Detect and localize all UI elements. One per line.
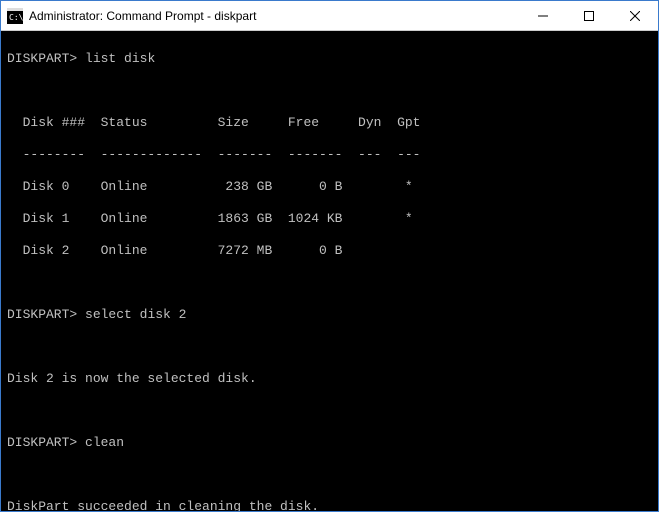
maximize-button[interactable] xyxy=(566,1,612,30)
table-row: Disk 0 Online 238 GB 0 B * xyxy=(7,179,652,195)
prompt-line: DISKPART> clean xyxy=(7,435,652,451)
blank-line xyxy=(7,275,652,291)
window-controls xyxy=(520,1,658,30)
close-button[interactable] xyxy=(612,1,658,30)
diskpart-prompt: DISKPART> xyxy=(7,51,77,66)
command-text: select disk 2 xyxy=(85,307,186,322)
terminal-output[interactable]: DISKPART> list disk Disk ### Status Size… xyxy=(1,31,658,511)
blank-line xyxy=(7,339,652,355)
minimize-button[interactable] xyxy=(520,1,566,30)
table-row: Disk 1 Online 1863 GB 1024 KB * xyxy=(7,211,652,227)
svg-text:C:\: C:\ xyxy=(9,13,23,22)
command-text: list disk xyxy=(85,51,155,66)
diskpart-prompt: DISKPART> xyxy=(7,307,77,322)
prompt-line: DISKPART> select disk 2 xyxy=(7,307,652,323)
cmd-icon: C:\ xyxy=(7,8,23,24)
table-row: Disk 2 Online 7272 MB 0 B xyxy=(7,243,652,259)
blank-line xyxy=(7,467,652,483)
window-title: Administrator: Command Prompt - diskpart xyxy=(29,9,520,23)
blank-line xyxy=(7,83,652,99)
command-text: clean xyxy=(85,435,124,450)
blank-line xyxy=(7,403,652,419)
titlebar[interactable]: C:\ Administrator: Command Prompt - disk… xyxy=(1,1,658,31)
table-divider: -------- ------------- ------- ------- -… xyxy=(7,147,652,163)
output-message: DiskPart succeeded in cleaning the disk. xyxy=(7,499,652,511)
output-message: Disk 2 is now the selected disk. xyxy=(7,371,652,387)
prompt-line: DISKPART> list disk xyxy=(7,51,652,67)
diskpart-prompt: DISKPART> xyxy=(7,435,77,450)
table-header: Disk ### Status Size Free Dyn Gpt xyxy=(7,115,652,131)
